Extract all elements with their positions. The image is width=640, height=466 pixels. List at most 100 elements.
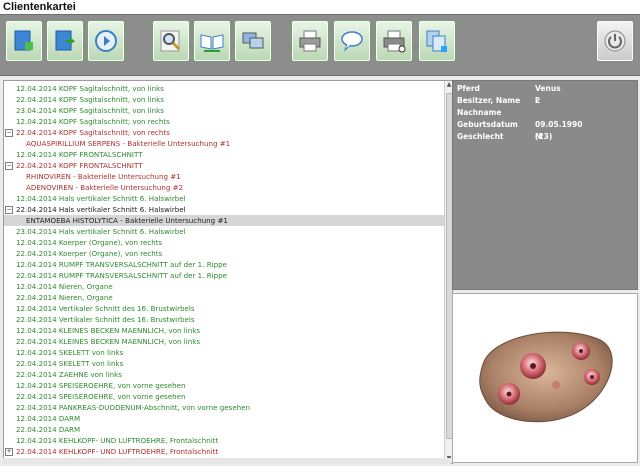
tree-row[interactable]: 12.04.2014 Nieren, Organe: [4, 281, 444, 292]
tree-row[interactable]: AQUASPIRILLIUM SERPENS - Bakterielle Unt…: [4, 138, 444, 149]
info-row: Besitzer, Name l: [457, 95, 538, 107]
tree-row-label: 12.04.2014 KLEINES BECKEN MAENNLICH, von…: [16, 326, 201, 335]
tree-row-label: 12.04.2014 Vertikaler Schnitt des 16. Br…: [16, 304, 195, 313]
tree-row-label: 23.04.2014 Hals vertikaler Schnitt 6. Ha…: [16, 227, 186, 236]
printer-icon: [299, 30, 321, 52]
tree-row[interactable]: 22.04.2014 Nieren, Organe: [4, 292, 444, 303]
toolbar: [0, 14, 640, 76]
tree-row[interactable]: ENTAMOEBA HISTOLYTICA - Bakterielle Unte…: [4, 215, 444, 226]
power-button[interactable]: [596, 20, 634, 62]
info-label: Geburtsdatum: [457, 120, 518, 129]
tree-row[interactable]: 12.04.2014 KOPF Sagitalschnitt, von link…: [4, 83, 444, 94]
tree-row[interactable]: 12.04.2014 SPEISEROEHRE, von vorne geseh…: [4, 380, 444, 391]
magnifier-icon: [160, 30, 181, 52]
tree-row[interactable]: 22.04.2014 Koerper (Organe), von rechts: [4, 248, 444, 259]
tree-row-label: 22.04.2014 Koerper (Organe), von rechts: [16, 249, 163, 258]
tree-row-label: 12.04.2014 SPEISEROEHRE, von vorne geseh…: [16, 381, 186, 390]
tree-row[interactable]: 22.04.2014 Vertikaler Schnitt des 16. Br…: [4, 314, 444, 325]
info-label: Besitzer, Name: [457, 96, 521, 105]
tree-row[interactable]: 22.04.2014 KOPF Sagitalschnitt, von link…: [4, 94, 444, 105]
tree-row-label: 12.04.2014 KOPF FRONTALSCHNITT: [16, 150, 143, 159]
print-preview-button[interactable]: [375, 20, 413, 62]
tree-row[interactable]: 12.04.2014 KEHLKOPF- UND LUFTROEHRE, Fro…: [4, 435, 444, 446]
tree-row[interactable]: 12.04.2014 RUMPF TRANSVERSALSCHNITT auf …: [4, 259, 444, 270]
comment-button[interactable]: [333, 20, 371, 62]
info-value: M: [535, 132, 543, 141]
tree-row[interactable]: ADENOVIREN - Bakterielle Untersuchung #2: [4, 182, 444, 193]
tree-row-label: 12.04.2014 Hals vertikaler Schnitt 6. Ha…: [16, 194, 186, 203]
microscope-specimen-image: [479, 331, 613, 423]
tree-row[interactable]: −22.04.2014 Hals vertikaler Schnitt 6. H…: [4, 204, 444, 215]
tree-row[interactable]: +22.04.2014 KEHLKOPF- UND LUFTROEHRE, Fr…: [4, 446, 444, 457]
collapse-icon[interactable]: −: [5, 129, 13, 137]
tree-row-label: 12.04.2014 KOPF Sagitalschnitt, von link…: [16, 84, 164, 93]
tree-row[interactable]: 12.04.2014 KLEINES BECKEN MAENNLICH, von…: [4, 325, 444, 336]
copy-pages-icon: [426, 30, 447, 52]
collapse-icon[interactable]: −: [5, 162, 13, 170]
tree-row[interactable]: −22.04.2014 KOPF Sagitalschnitt; von rec…: [4, 127, 444, 138]
tree-row[interactable]: 12.04.2014 DARM: [4, 413, 444, 424]
tree-row[interactable]: RHINOVIREN - Bakterielle Untersuchung #1: [4, 171, 444, 182]
patient-info-panel: Pferd Venus 2 Besitzer, Name l Nachname Gebur…: [452, 80, 638, 290]
print-button[interactable]: [291, 20, 329, 62]
tree-row[interactable]: 22.04.2014 PANKREAS-DUODENUM-Abschnitt, …: [4, 402, 444, 413]
tree-row[interactable]: 12.04.2014 SKELETT von links: [4, 347, 444, 358]
tree-row-label: 22.04.2014 KOPF FRONTALSCHNITT: [16, 161, 143, 170]
open-book-button[interactable]: [193, 20, 231, 62]
tree-row-label: 22.04.2014 DARM: [16, 425, 81, 434]
window-title: Clientenkartei: [0, 0, 640, 14]
add-document-button[interactable]: [5, 20, 43, 62]
tree-row[interactable]: 23.04.2014 KOPF Sagitalschnitt, von link…: [4, 105, 444, 116]
info-row: Pferd Venus 2: [457, 83, 561, 105]
tree-row[interactable]: 22.04.2014 KLEINES BECKEN MAENNLICH, von…: [4, 336, 444, 347]
tree-row[interactable]: 12.04.2014 Koerper (Organe), von rechts: [4, 237, 444, 248]
tree-row-label: ADENOVIREN - Bakterielle Untersuchung #2: [26, 183, 184, 192]
play-button[interactable]: [87, 20, 125, 62]
add-document-icon: [14, 30, 33, 51]
tree-row-label: 12.04.2014 KEHLKOPF- UND LUFTROEHRE, Fro…: [16, 436, 219, 445]
power-icon: [604, 30, 626, 52]
info-value: l: [535, 96, 538, 105]
speech-bubble-icon: [341, 31, 363, 52]
tree-row[interactable]: 12.04.2014 KOPF FRONTALSCHNITT: [4, 149, 444, 160]
tree-row-label: 12.04.2014 RUMPF TRANSVERSALSCHNITT auf …: [16, 260, 227, 269]
tree-row-label: 22.04.2014 KOPF Sagitalschnitt, von link…: [16, 95, 164, 104]
tree-row-label: ENTAMOEBA HISTOLYTICA - Bakterielle Unte…: [26, 216, 228, 225]
tree-row-label: 22.04.2014 KEHLKOPF- UND LUFTROEHRE, Fro…: [16, 447, 219, 456]
tree-row-label: 22.04.2014 Vertikaler Schnitt des 16. Br…: [16, 315, 195, 324]
tree-row-label: AQUASPIRILLIUM SERPENS - Bakterielle Unt…: [26, 139, 231, 148]
info-row: Nachname: [457, 107, 501, 119]
tree-row-label: 22.04.2014 Nieren, Organe: [16, 293, 113, 302]
info-label: Geschlecht: [457, 132, 504, 141]
tree-row[interactable]: −22.04.2014 KOPF FRONTALSCHNITT: [4, 160, 444, 171]
monitors-button[interactable]: [234, 20, 272, 62]
tree-row[interactable]: 12.04.2014 KOPF Sagitalschnitt; von rech…: [4, 116, 444, 127]
tree-horizontal-scrollbar[interactable]: [3, 458, 451, 464]
collapse-icon[interactable]: −: [5, 206, 13, 214]
tree-row[interactable]: 22.04.2014 DARM: [4, 424, 444, 435]
tree-row-label: 22.04.2014 ZAEHNE von links: [16, 370, 122, 379]
print-preview-icon: [383, 30, 406, 53]
tree-row[interactable]: 22.04.2014 SPEISEROEHRE, von vorne geseh…: [4, 391, 444, 402]
info-value: Venus 2: [535, 84, 561, 105]
tree-row-label: 22.04.2014 KOPF Sagitalschnitt; von rech…: [16, 128, 170, 137]
tree-row-label: 22.04.2014 Hals vertikaler Schnitt 6. Ha…: [16, 205, 186, 214]
tree-row[interactable]: 22.04.2014 ZAEHNE von links: [4, 369, 444, 380]
expand-icon[interactable]: +: [5, 448, 13, 456]
tree-row[interactable]: 12.04.2014 Vertikaler Schnitt des 16. Br…: [4, 303, 444, 314]
search-button[interactable]: [152, 20, 190, 62]
info-label: Nachname: [457, 108, 502, 117]
tree-row[interactable]: 22.04.2014 RUMPF TRANSVERSALSCHNITT auf …: [4, 270, 444, 281]
tree-row[interactable]: 12.04.2014 Hals vertikaler Schnitt 6. Ha…: [4, 193, 444, 204]
tree-row-label: 22.04.2014 PANKREAS-DUODENUM-Abschnitt, …: [16, 403, 251, 412]
tree-row-label: 12.04.2014 Koerper (Organe), von rechts: [16, 238, 163, 247]
tree-row-label: 22.04.2014 RUMPF TRANSVERSALSCHNITT auf …: [16, 271, 227, 280]
export-icon: [55, 30, 76, 51]
export-button[interactable]: [46, 20, 84, 62]
examination-tree[interactable]: ▲ ▼ 12.04.2014 KOPF Sagitalschnitt, von …: [3, 80, 453, 464]
copy-pages-button[interactable]: [418, 20, 456, 62]
tree-row-label: 12.04.2014 KOPF Sagitalschnitt; von rech…: [16, 117, 170, 126]
info-label: Pferd: [457, 84, 480, 93]
tree-row[interactable]: 23.04.2014 Hals vertikaler Schnitt 6. Ha…: [4, 226, 444, 237]
tree-row[interactable]: 22.04.2014 SKELETT von links: [4, 358, 444, 369]
